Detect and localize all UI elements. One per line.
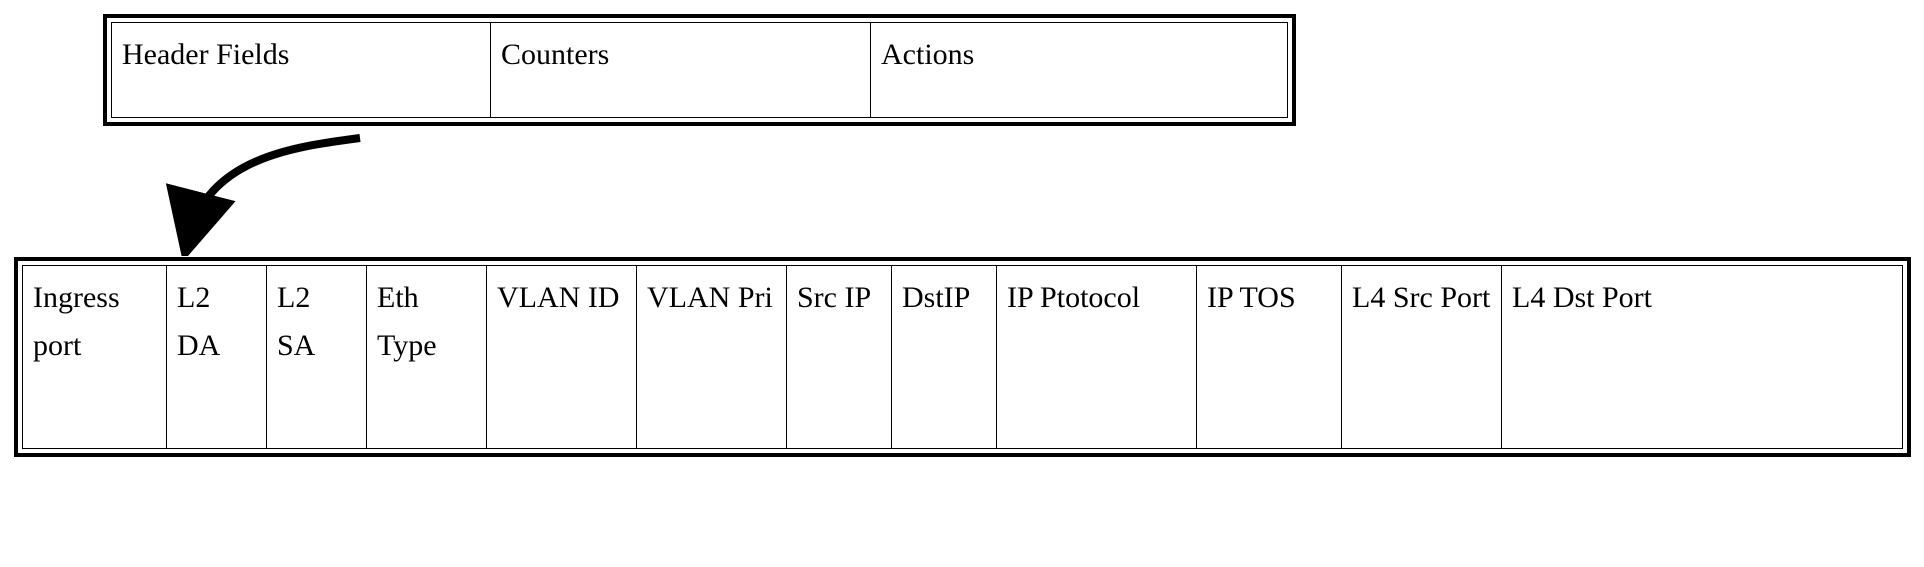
ip-protocol-cell: IP Ptotocol [997, 265, 1197, 449]
vlan-id-cell: VLAN ID [487, 265, 637, 449]
l2-da-cell: L2 DA [167, 265, 267, 449]
ingress-port-cell: Ingress port [22, 265, 167, 449]
header-fields-table: Ingress port L2 DA L2 SA Eth Type VLAN I… [14, 257, 1911, 457]
eth-type-cell: Eth Type [367, 265, 487, 449]
l2-sa-cell: L2 SA [267, 265, 367, 449]
counters-cell: Counters [491, 22, 871, 118]
l4-dst-port-cell: L4 Dst Port [1502, 265, 1903, 449]
header-fields-row: Ingress port L2 DA L2 SA Eth Type VLAN I… [18, 261, 1907, 453]
flow-entry-row: Header Fields Counters Actions [107, 18, 1292, 122]
dst-ip-cell: DstIP [892, 265, 997, 449]
ip-tos-cell: IP TOS [1197, 265, 1342, 449]
l4-src-port-cell: L4 Src Port [1342, 265, 1502, 449]
vlan-pri-cell: VLAN Pri [637, 265, 787, 449]
diagram-canvas: Header Fields Counters Actions Ingress p… [0, 0, 1924, 567]
src-ip-cell: Src IP [787, 265, 892, 449]
flow-entry-table: Header Fields Counters Actions [103, 14, 1296, 126]
expansion-arrow-icon [150, 126, 410, 256]
actions-cell: Actions [871, 22, 1288, 118]
header-fields-cell: Header Fields [111, 22, 491, 118]
